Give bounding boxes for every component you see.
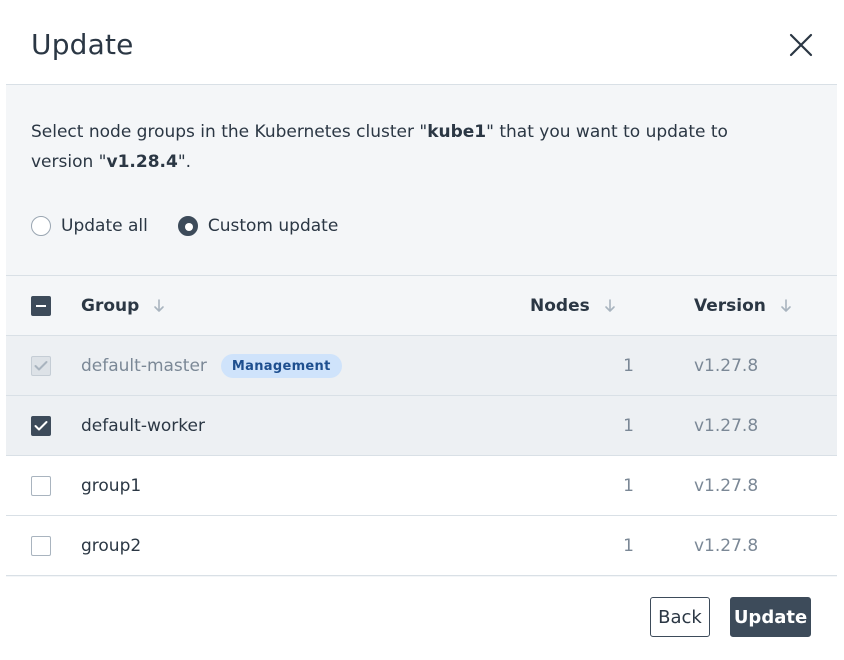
row-checkbox[interactable] — [31, 416, 51, 436]
sort-arrow-down-icon — [604, 299, 615, 312]
column-header-nodes[interactable]: Nodes — [530, 276, 616, 336]
table-row[interactable]: group2 1 v1.27.8 — [6, 516, 837, 576]
radio-custom-update[interactable]: Custom update — [177, 216, 339, 236]
column-header-version-label: Version — [694, 296, 766, 316]
sort-arrow-down-icon — [154, 299, 165, 312]
dialog-body: Select node groups in the Kubernetes clu… — [6, 84, 837, 577]
cell-nodes: 1 — [623, 416, 634, 436]
cell-version: v1.27.8 — [694, 476, 759, 496]
dialog-header: Update — [0, 0, 844, 84]
radio-custom-update-label: Custom update — [207, 216, 339, 236]
cell-nodes: 1 — [623, 476, 634, 496]
row-checkbox-disabled — [31, 356, 51, 376]
cell-group: group1 — [81, 476, 142, 496]
table-row[interactable]: group1 1 v1.27.8 — [6, 456, 837, 516]
cell-version: v1.27.8 — [694, 356, 759, 376]
radio-update-all-label: Update all — [61, 216, 148, 236]
dialog-title: Update — [31, 28, 134, 61]
column-header-group[interactable]: Group — [81, 276, 165, 336]
table-header-row: Group Nodes Version — [6, 276, 837, 336]
row-checkbox[interactable] — [31, 536, 51, 556]
table-row[interactable]: default-worker 1 v1.27.8 — [6, 396, 837, 456]
update-dialog: Update Select node groups in the Kuberne… — [0, 0, 844, 660]
management-badge: Management — [220, 354, 342, 378]
dialog-footer: Back Update — [0, 577, 844, 660]
node-groups-table: Group Nodes Version default-master Manag… — [6, 275, 837, 576]
select-all-checkbox[interactable] — [31, 296, 51, 316]
cell-nodes: 1 — [623, 536, 634, 556]
sort-arrow-down-icon — [781, 299, 791, 312]
cluster-name: kube1 — [427, 122, 487, 142]
cell-group: default-worker — [81, 416, 205, 436]
description-suffix: ". — [177, 152, 192, 172]
update-mode-radio-group: Update all Custom update — [31, 213, 368, 239]
close-button[interactable] — [786, 30, 816, 60]
back-button[interactable]: Back — [650, 597, 710, 637]
row-checkbox[interactable] — [31, 476, 51, 496]
cell-version: v1.27.8 — [694, 536, 759, 556]
radio-custom-update-circle[interactable] — [177, 216, 198, 236]
radio-update-all-circle[interactable] — [31, 216, 51, 236]
table-row: default-master Management 1 v1.27.8 — [6, 336, 837, 396]
update-button[interactable]: Update — [730, 597, 811, 637]
cell-version: v1.27.8 — [694, 416, 759, 436]
cell-nodes: 1 — [623, 356, 634, 376]
cell-group: default-master Management — [81, 336, 342, 396]
cell-group: group2 — [81, 536, 142, 556]
group-name: default-master — [81, 356, 207, 376]
column-header-version[interactable]: Version — [694, 276, 792, 336]
target-version: v1.28.4 — [106, 152, 178, 172]
close-icon — [789, 33, 813, 57]
description-prefix: Select node groups in the Kubernetes clu… — [31, 122, 428, 142]
column-header-nodes-label: Nodes — [530, 296, 590, 316]
column-header-group-label: Group — [81, 296, 140, 316]
checkmark-icon — [34, 361, 48, 371]
radio-update-all[interactable]: Update all — [31, 216, 148, 236]
update-description: Select node groups in the Kubernetes clu… — [31, 117, 791, 177]
checkmark-icon — [34, 421, 48, 431]
